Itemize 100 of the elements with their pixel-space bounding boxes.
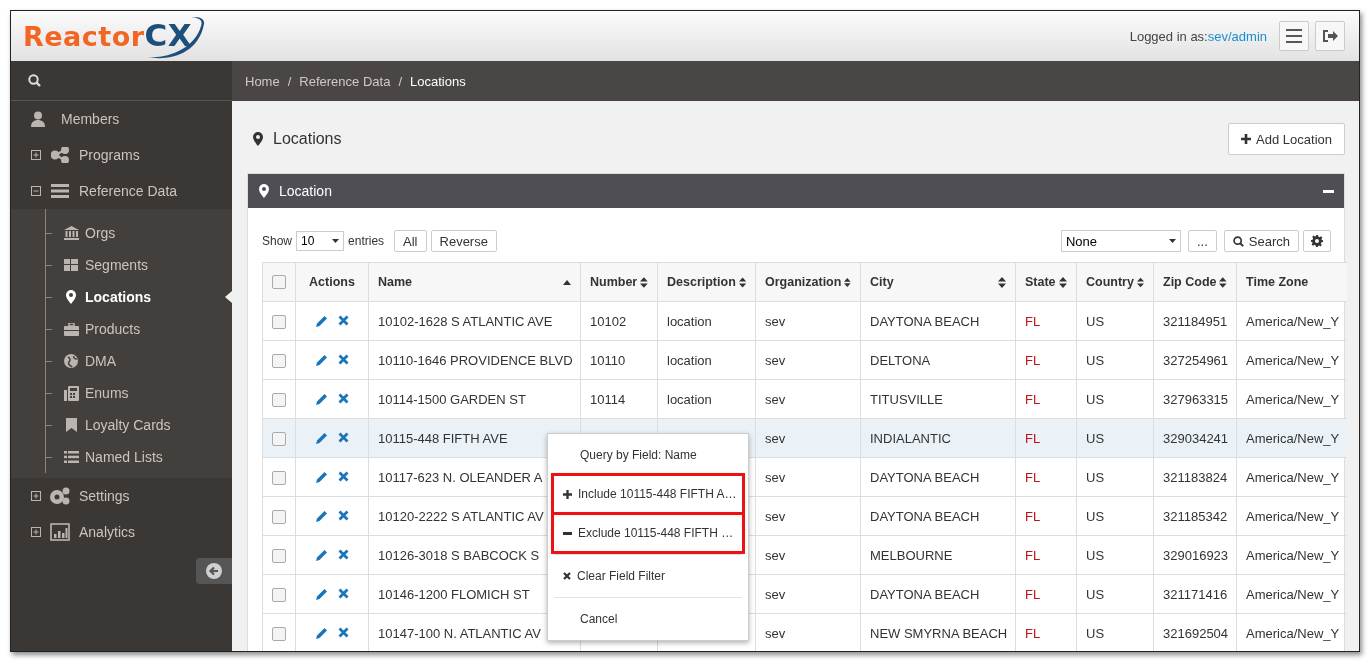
more-button[interactable]: ... — [1187, 230, 1217, 252]
table-cell: 321183824 — [1163, 469, 1228, 485]
menu-item[interactable]: Clear Field Filter — [554, 558, 742, 594]
row-checkbox[interactable] — [272, 509, 286, 524]
plus-icon — [563, 489, 572, 499]
page-title: Locations — [273, 130, 342, 148]
table-cell: DAYTONA BEACH — [870, 508, 980, 524]
menu-item[interactable]: Query by Field: Name — [554, 437, 742, 473]
sidebar-subitem[interactable]: DMA — [85, 353, 117, 369]
sort-icon[interactable] — [1136, 276, 1144, 288]
edit-icon[interactable] — [315, 315, 328, 327]
row-checkbox[interactable] — [272, 314, 286, 329]
sidebar-subitem[interactable]: Enums — [85, 385, 129, 401]
table-cell: DELTONA — [870, 352, 931, 368]
row-checkbox[interactable] — [272, 548, 286, 563]
edit-icon[interactable] — [315, 432, 328, 444]
edit-icon[interactable] — [315, 510, 328, 522]
column-header[interactable]: State — [1025, 275, 1056, 289]
calculator-icon — [63, 385, 79, 401]
map-pin-icon — [66, 290, 76, 304]
sidebar-subitem[interactable]: Named Lists — [85, 449, 163, 465]
edit-icon[interactable] — [315, 471, 328, 483]
delete-icon[interactable] — [337, 393, 349, 404]
collapse-sidebar-button[interactable] — [196, 558, 232, 584]
breadcrumb-link[interactable]: Home — [245, 73, 280, 89]
sidebar-subitem[interactable]: Orgs — [85, 225, 116, 241]
sort-icon[interactable] — [1059, 276, 1067, 288]
sort-icon[interactable] — [1219, 276, 1227, 288]
sidebar-subitem[interactable]: Segments — [85, 257, 149, 273]
sidebar-subitem[interactable]: Loyalty Cards — [85, 417, 171, 433]
share-icon — [51, 147, 69, 163]
sidebar-item[interactable]: Members — [61, 111, 120, 127]
select-all-checkbox[interactable] — [272, 275, 286, 290]
table-cell: INDIALANTIC — [870, 430, 951, 446]
minus-icon — [563, 531, 572, 535]
delete-icon[interactable] — [337, 315, 349, 326]
sort-icon[interactable] — [998, 276, 1006, 288]
breadcrumb-link[interactable]: Locations — [410, 73, 466, 89]
table-cell: sev — [765, 625, 786, 641]
sort-ascending-icon[interactable] — [563, 279, 571, 285]
menu-icon — [1286, 29, 1302, 43]
expand-icon[interactable] — [31, 491, 41, 501]
table-cell: FL — [1025, 547, 1041, 563]
row-checkbox[interactable] — [272, 626, 286, 641]
row-checkbox[interactable] — [272, 587, 286, 602]
delete-icon[interactable] — [337, 549, 349, 560]
search-icon[interactable] — [28, 74, 41, 87]
column-header[interactable]: City — [870, 275, 894, 289]
edit-icon[interactable] — [315, 549, 328, 561]
sidebar-subitem[interactable]: Products — [85, 321, 141, 337]
sort-icon[interactable] — [640, 276, 648, 288]
edit-icon[interactable] — [315, 393, 328, 405]
sidebar-subitem[interactable]: Locations — [85, 289, 152, 305]
globe-icon — [64, 354, 78, 368]
menu-button[interactable] — [1279, 21, 1309, 51]
settings-button[interactable] — [1303, 230, 1331, 252]
row-checkbox[interactable] — [272, 392, 286, 407]
row-checkbox[interactable] — [272, 353, 286, 368]
sort-icon[interactable] — [844, 276, 851, 288]
add-location-button[interactable]: Add Location — [1228, 123, 1345, 155]
delete-icon[interactable] — [337, 471, 349, 482]
page-size-select[interactable]: 10 — [296, 231, 345, 251]
reverse-button[interactable]: Reverse — [430, 230, 497, 252]
edit-icon[interactable] — [315, 354, 328, 366]
expand-icon[interactable] — [31, 527, 41, 537]
delete-icon[interactable] — [337, 588, 349, 599]
delete-icon[interactable] — [337, 432, 349, 443]
sidebar-item[interactable]: Settings — [79, 488, 130, 504]
panel-title: Location — [279, 183, 333, 199]
all-button[interactable]: All — [394, 230, 427, 252]
expand-icon[interactable] — [31, 150, 41, 160]
sidebar-item[interactable]: Reference Data — [79, 183, 178, 199]
menu-item[interactable]: Include 10115-448 FIFTH A… — [554, 476, 742, 512]
table-cell: America/New_Y — [1246, 508, 1340, 524]
breadcrumb-link[interactable]: Reference Data — [299, 73, 391, 89]
table-cell: MELBOURNE — [870, 547, 953, 563]
table-cell: US — [1086, 430, 1105, 446]
search-button[interactable]: Search — [1223, 230, 1299, 252]
sidebar-item[interactable]: Analytics — [79, 524, 136, 540]
edit-icon[interactable] — [315, 627, 328, 639]
table-cell: sev — [765, 586, 786, 602]
row-checkbox[interactable] — [272, 431, 286, 446]
table-cell: sev — [765, 508, 786, 524]
column-header[interactable]: Time Zone — [1246, 275, 1309, 289]
edit-icon[interactable] — [315, 588, 328, 600]
table-cell: FL — [1025, 469, 1041, 485]
delete-icon[interactable] — [337, 627, 349, 638]
sort-icon[interactable] — [738, 276, 746, 288]
delete-icon[interactable] — [337, 510, 349, 521]
sidebar-item[interactable]: Programs — [79, 147, 140, 163]
table-cell: US — [1086, 313, 1105, 329]
row-checkbox[interactable] — [272, 470, 286, 485]
menu-item[interactable]: Exclude 10115-448 FIFTH … — [554, 515, 742, 551]
delete-icon[interactable] — [337, 354, 349, 365]
menu-item[interactable]: Cancel — [554, 601, 742, 637]
column-header[interactable]: Name — [378, 275, 413, 289]
table-cell: America/New_Y — [1246, 586, 1340, 602]
filter-select[interactable]: None — [1060, 230, 1181, 252]
logout-button[interactable] — [1315, 21, 1345, 51]
collapse-icon[interactable] — [31, 186, 41, 196]
